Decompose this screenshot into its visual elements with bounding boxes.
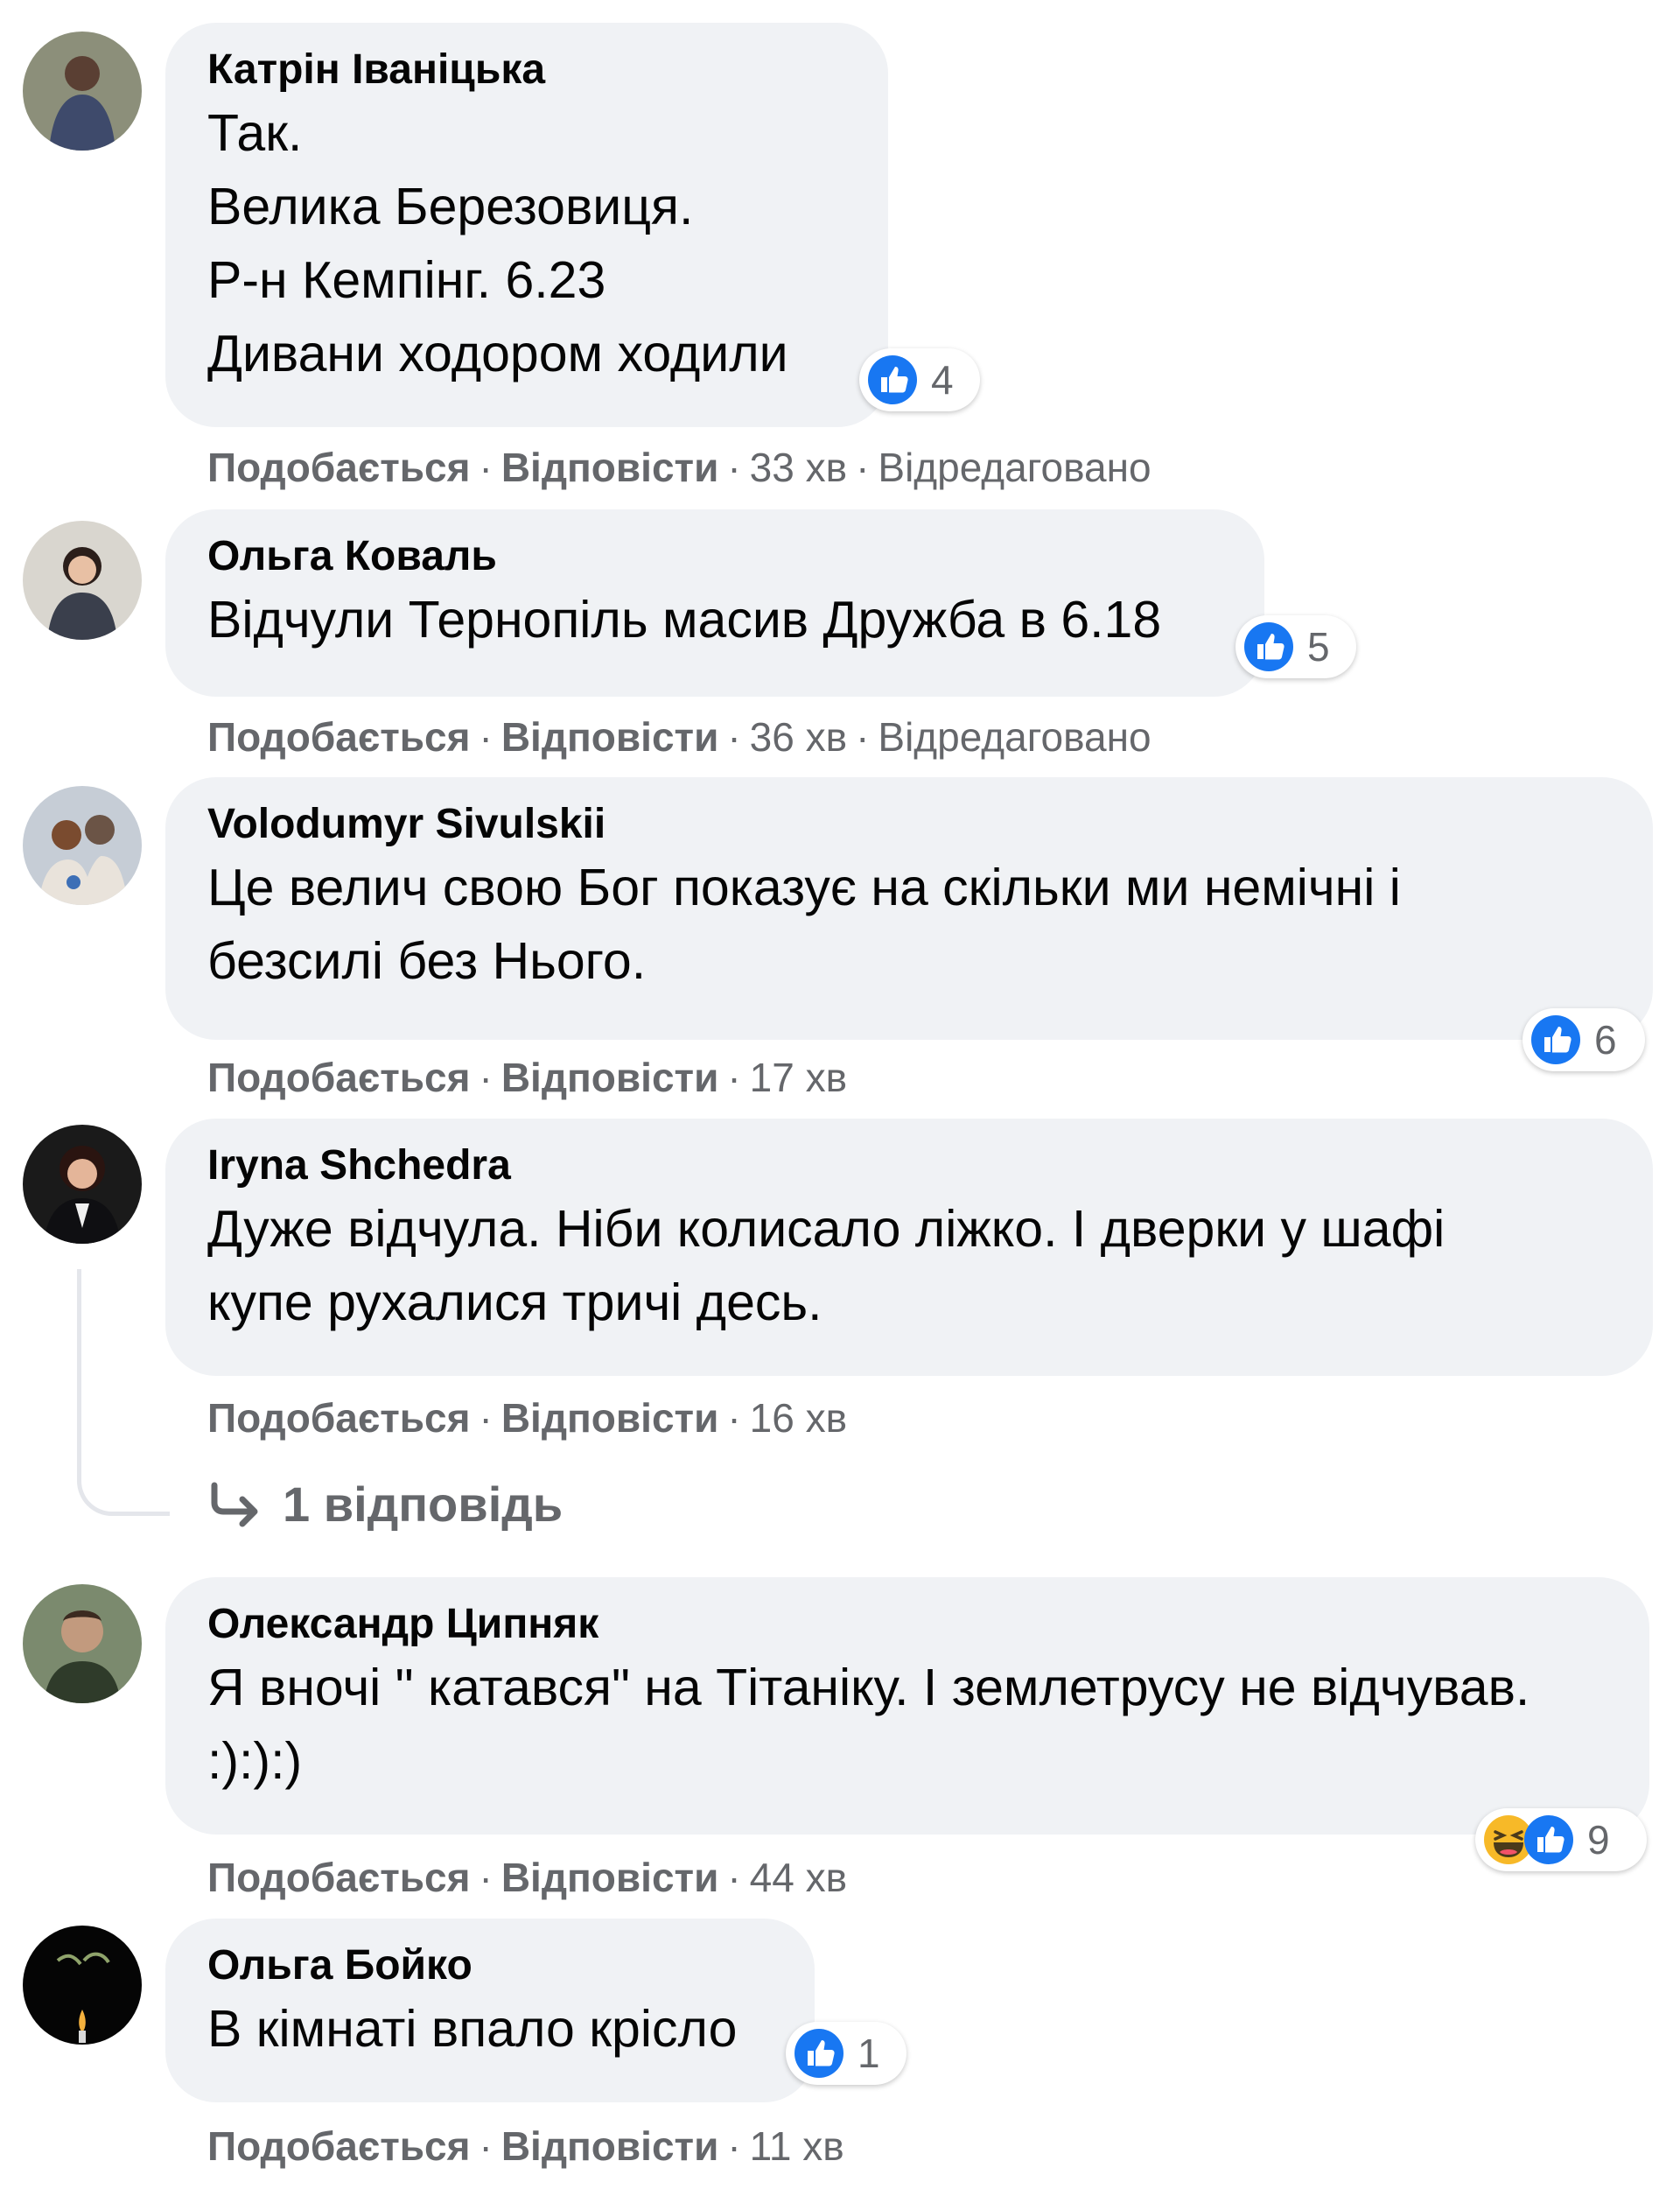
like-icon [1530, 1014, 1582, 1066]
comment-text: Дуже відчула. Ніби колисало ліжко. І две… [207, 1200, 1446, 1331]
comment-text: Відчули Тернопіль масив Дружба в 6.18 [207, 591, 1162, 649]
like-link[interactable]: Подобається [207, 714, 470, 760]
comment-time[interactable]: 16 хв [750, 1395, 847, 1441]
comment-actions: Подобається · Відповісти · 17 хв [207, 1055, 848, 1100]
edited-label: Відредаговано [878, 714, 1152, 760]
reply-link[interactable]: Відповісти [501, 714, 719, 760]
reaction-count: 6 [1594, 1017, 1617, 1063]
avatar[interactable] [23, 1125, 142, 1244]
reply-arrow-icon [211, 1482, 258, 1526]
like-icon [793, 2027, 845, 2080]
reactions-summary[interactable]: 4 [859, 348, 980, 411]
comment-author[interactable]: Ольга Бойко [207, 1940, 773, 1992]
comment-time[interactable]: 17 хв [750, 1055, 847, 1100]
comment-actions: Подобається · Відповісти · 16 хв [207, 1395, 848, 1441]
comment-text: Я вночі " катався" на Тітаніку. І землет… [207, 1659, 1530, 1790]
reaction-count: 4 [931, 357, 954, 403]
reaction-count: 9 [1587, 1817, 1610, 1863]
comment-author[interactable]: Volodumyr Sivulskii [207, 798, 1611, 851]
comment-time[interactable]: 33 хв [750, 445, 847, 490]
comment-actions: Подобається · Відповісти · 36 хв · Відредагова… [207, 714, 1152, 760]
comment-bubble: Ольга Коваль Відчули Тернопіль масив Дру… [165, 509, 1264, 697]
like-link[interactable]: Подобається [207, 2123, 470, 2169]
avatar[interactable] [23, 1584, 142, 1703]
avatar[interactable] [23, 521, 142, 640]
comment-author[interactable]: Олександр Ципняк [207, 1598, 1607, 1651]
comment-author[interactable]: Катрін Іваніцька [207, 44, 846, 96]
reply-link[interactable]: Відповісти [501, 1855, 719, 1900]
view-replies-link[interactable]: 1 відповідь [207, 1476, 563, 1533]
comment-actions: Подобається · Відповісти · 44 хв [207, 1855, 848, 1900]
reactions-summary[interactable]: 5 [1236, 615, 1356, 678]
comment-author[interactable]: Ольга Коваль [207, 530, 1222, 583]
reply-link[interactable]: Відповісти [501, 1055, 719, 1100]
reply-link[interactable]: Відповісти [501, 1395, 719, 1441]
like-link[interactable]: Подобається [207, 1395, 470, 1441]
comment-time[interactable]: 11 хв [750, 2123, 844, 2169]
like-link[interactable]: Подобається [207, 1055, 470, 1100]
reaction-count: 1 [858, 2031, 880, 2076]
comment-text: Так. Велика Березовиця. Р-н Кемпінг. 6.2… [207, 104, 788, 382]
comment-text: Це велич свою Бог показує на скільки ми … [207, 859, 1401, 990]
comment-actions: Подобається · Відповісти · 33 хв · Відредагова… [207, 445, 1152, 490]
like-link[interactable]: Подобається [207, 1855, 470, 1900]
comment-actions: Подобається · Відповісти · 11 хв [207, 2123, 844, 2169]
comment-bubble: Катрін Іваніцька Так. Велика Березовиця.… [165, 23, 888, 427]
comment-time[interactable]: 36 хв [750, 714, 847, 760]
comment-time[interactable]: 44 хв [750, 1855, 847, 1900]
reactions-summary[interactable]: 6 [1522, 1008, 1645, 1071]
like-icon [866, 354, 919, 406]
reactions-summary[interactable]: 1 [786, 2022, 906, 2085]
thread-connector [77, 1269, 170, 1516]
comment-text: В кімнаті впало крісло [207, 2000, 738, 2058]
comment-bubble: Iryna Shchedra Дуже відчула. Ніби колиса… [165, 1119, 1653, 1376]
like-icon [1242, 621, 1295, 673]
edited-label: Відредаговано [878, 445, 1152, 490]
avatar[interactable] [23, 32, 142, 151]
avatar[interactable] [23, 786, 142, 905]
comment-author[interactable]: Iryna Shchedra [207, 1140, 1611, 1192]
replies-count[interactable]: 1 відповідь [283, 1476, 563, 1533]
like-icon [1522, 1814, 1575, 1866]
like-link[interactable]: Подобається [207, 445, 470, 490]
avatar[interactable] [23, 1926, 142, 2045]
reply-link[interactable]: Відповісти [501, 445, 719, 490]
comment-bubble: Олександр Ципняк Я вночі " катався" на Т… [165, 1577, 1649, 1835]
reactions-summary[interactable]: 9 [1475, 1808, 1647, 1871]
comment-bubble: Volodumyr Sivulskii Це велич свою Бог по… [165, 777, 1653, 1040]
reply-link[interactable]: Відповісти [501, 2123, 719, 2169]
comment-bubble: Ольга Бойко В кімнаті впало крісло [165, 1919, 815, 2102]
reaction-count: 5 [1307, 624, 1330, 670]
